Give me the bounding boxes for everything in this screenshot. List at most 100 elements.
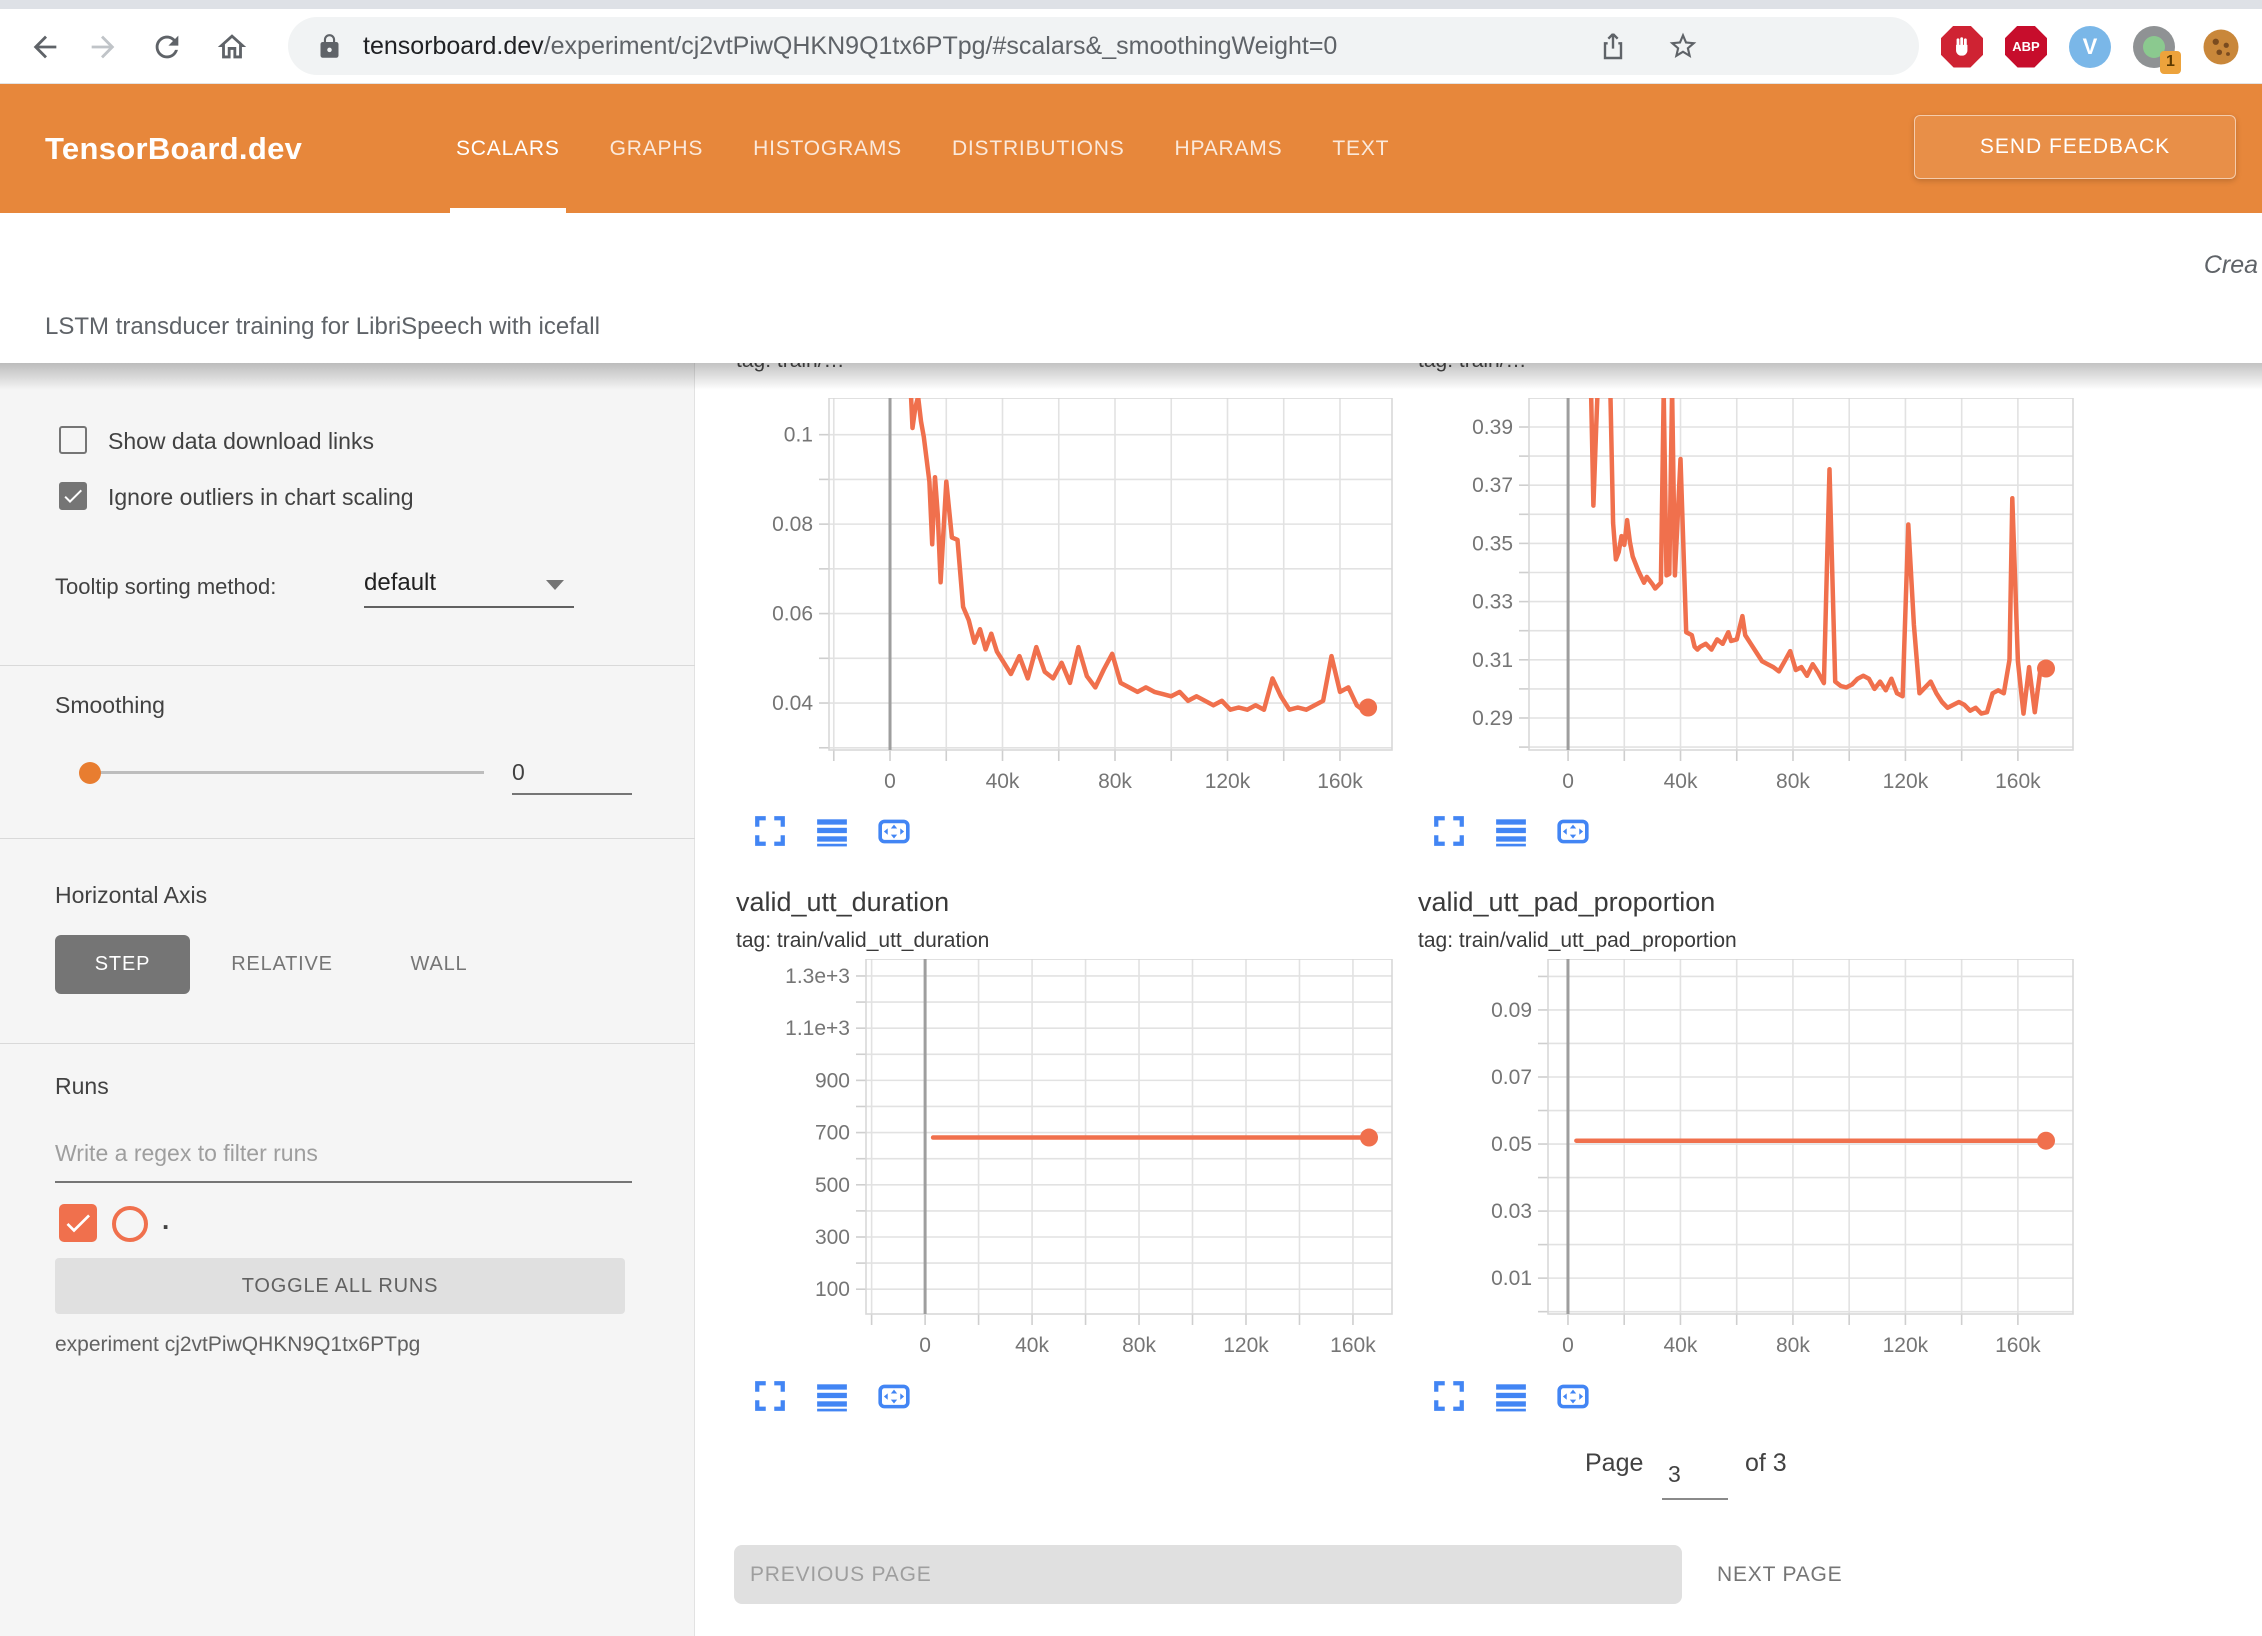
svg-text:0.01: 0.01 xyxy=(1491,1267,1532,1290)
browser-tabstrip xyxy=(0,0,2262,9)
settings-sidebar: Show data download links Ignore outliers… xyxy=(0,363,695,1636)
data-table-icon[interactable] xyxy=(815,814,849,848)
previous-page-button[interactable]: PREVIOUS PAGE xyxy=(734,1545,1682,1604)
svg-text:0.31: 0.31 xyxy=(1472,649,1513,672)
svg-text:120k: 120k xyxy=(1883,1334,1929,1357)
axis-step-button[interactable]: STEP xyxy=(55,935,190,994)
svg-text:0: 0 xyxy=(1562,770,1574,793)
tooltip-sorting-select[interactable]: default xyxy=(364,569,436,597)
smoothing-slider-track[interactable] xyxy=(84,771,484,774)
abp-extension-icon[interactable]: ABP xyxy=(2005,26,2047,68)
ignore-outliers-checkbox[interactable] xyxy=(59,482,87,510)
tooltip-sorting-underline xyxy=(364,606,574,608)
show-download-links-label: Show data download links xyxy=(108,428,374,455)
fullscreen-icon[interactable] xyxy=(1432,814,1466,848)
page-total-label: of 3 xyxy=(1745,1449,1787,1478)
svg-text:0.03: 0.03 xyxy=(1491,1200,1532,1223)
browser-chrome: tensorboard.dev/experiment/cj2vtPiwQHKN9… xyxy=(0,0,2262,84)
svg-text:40k: 40k xyxy=(1015,1334,1049,1357)
scalar-chart-0[interactable]: 0.10.080.060.04040k80k120k160k xyxy=(744,398,1407,800)
profile-extension-icon[interactable]: 1 xyxy=(2133,26,2175,68)
adblock-extension-icon[interactable] xyxy=(1941,26,1983,68)
svg-text:0.35: 0.35 xyxy=(1472,532,1513,555)
url-path: /experiment/cj2vtPiwQHKN9Q1tx6PTpg/#scal… xyxy=(544,32,1338,60)
show-download-links-checkbox[interactable] xyxy=(59,426,87,454)
clipped-right-text: Crea xyxy=(2204,251,2258,280)
tab-histograms[interactable]: HISTOGRAMS xyxy=(753,84,902,213)
tab-scalars[interactable]: SCALARS xyxy=(456,84,560,213)
data-table-icon[interactable] xyxy=(815,1379,849,1413)
fullscreen-icon[interactable] xyxy=(1432,1379,1466,1413)
pan-zoom-icon[interactable] xyxy=(877,814,911,848)
horizontal-axis-label: Horizontal Axis xyxy=(55,882,207,909)
tab-text[interactable]: TEXT xyxy=(1332,84,1389,213)
main-nav: SCALARS GRAPHS HISTOGRAMS DISTRIBUTIONS … xyxy=(456,84,1389,213)
svg-text:120k: 120k xyxy=(1223,1334,1269,1357)
tab-graphs[interactable]: GRAPHS xyxy=(610,84,704,213)
v-extension-icon[interactable]: V xyxy=(2069,26,2111,68)
smoothing-value[interactable]: 0 xyxy=(512,759,525,786)
experiment-title: LSTM transducer training for LibriSpeech… xyxy=(45,313,600,341)
fullscreen-icon[interactable] xyxy=(753,1379,787,1413)
forward-icon[interactable] xyxy=(86,30,120,64)
svg-text:0.09: 0.09 xyxy=(1491,999,1532,1022)
content-area: Show data download links Ignore outliers… xyxy=(0,363,2262,1636)
ignore-outliers-label: Ignore outliers in chart scaling xyxy=(108,484,414,511)
run-color-swatch xyxy=(112,1206,148,1242)
chart-2-toolbar xyxy=(753,1379,911,1413)
data-table-icon[interactable] xyxy=(1494,1379,1528,1413)
tab-distributions[interactable]: DISTRIBUTIONS xyxy=(952,84,1125,213)
chevron-down-icon[interactable] xyxy=(546,580,564,590)
toggle-all-runs-button[interactable]: TOGGLE ALL RUNS xyxy=(55,1258,625,1314)
svg-text:100: 100 xyxy=(815,1278,850,1301)
url-bar[interactable]: tensorboard.dev/experiment/cj2vtPiwQHKN9… xyxy=(288,17,1919,75)
svg-text:300: 300 xyxy=(815,1226,850,1249)
chart-tag: tag: train/valid_utt_pad_proportion xyxy=(1418,929,1737,953)
run-checkbox[interactable] xyxy=(59,1204,97,1242)
subheader: Crea LSTM transducer training for LibriS… xyxy=(0,213,2262,363)
svg-text:80k: 80k xyxy=(1098,770,1132,793)
pan-zoom-icon[interactable] xyxy=(877,1379,911,1413)
svg-text:160k: 160k xyxy=(1317,770,1363,793)
browser-toolbar: tensorboard.dev/experiment/cj2vtPiwQHKN9… xyxy=(0,9,2262,84)
svg-text:80k: 80k xyxy=(1776,770,1810,793)
chart-0-toolbar xyxy=(753,814,911,848)
send-feedback-button[interactable]: SEND FEEDBACK xyxy=(1914,115,2236,179)
data-table-icon[interactable] xyxy=(1494,814,1528,848)
svg-text:80k: 80k xyxy=(1122,1334,1156,1357)
abp-label: ABP xyxy=(2012,39,2039,54)
scalar-chart-1[interactable]: 0.390.370.350.330.310.29040k80k120k160k xyxy=(1444,398,2088,800)
pan-zoom-icon[interactable] xyxy=(1556,814,1590,848)
pan-zoom-icon[interactable] xyxy=(1556,1379,1590,1413)
scalar-chart-2[interactable]: 1.3e+31.1e+3900700500300100040k80k120k16… xyxy=(781,959,1407,1364)
svg-text:0.37: 0.37 xyxy=(1472,474,1513,497)
tab-hparams[interactable]: HPARAMS xyxy=(1175,84,1283,213)
scalar-chart-3[interactable]: 0.090.070.050.030.01040k80k120k160k xyxy=(1463,959,2088,1364)
share-icon[interactable] xyxy=(1597,30,1629,62)
chart-title: valid_utt_duration xyxy=(736,887,949,918)
svg-text:0.08: 0.08 xyxy=(772,513,813,536)
reload-icon[interactable] xyxy=(150,30,184,64)
svg-text:160k: 160k xyxy=(1330,1334,1376,1357)
svg-text:40k: 40k xyxy=(1664,770,1698,793)
cookie-extension-icon[interactable] xyxy=(2200,26,2242,68)
smoothing-value-underline xyxy=(512,793,632,795)
chart-title: valid_utt_pad_proportion xyxy=(1418,887,1715,918)
home-icon[interactable] xyxy=(215,30,249,64)
chart-tag-clipped: tag: train/… xyxy=(736,363,845,373)
v-label: V xyxy=(2083,34,2098,60)
check-icon xyxy=(62,1207,94,1239)
divider xyxy=(0,665,695,666)
star-icon[interactable] xyxy=(1667,30,1699,62)
divider xyxy=(0,838,695,839)
next-page-button[interactable]: NEXT PAGE xyxy=(1717,1545,1842,1604)
back-icon[interactable] xyxy=(28,30,62,64)
runs-filter-input[interactable] xyxy=(55,1136,632,1170)
fullscreen-icon[interactable] xyxy=(753,814,787,848)
smoothing-slider-thumb[interactable] xyxy=(79,762,101,784)
axis-wall-button[interactable]: WALL xyxy=(404,935,474,994)
chart-tag-clipped: tag: train/… xyxy=(1418,363,1527,373)
axis-relative-button[interactable]: RELATIVE xyxy=(224,935,340,994)
page-number-input[interactable]: 3 xyxy=(1668,1461,1681,1488)
svg-text:900: 900 xyxy=(815,1069,850,1092)
